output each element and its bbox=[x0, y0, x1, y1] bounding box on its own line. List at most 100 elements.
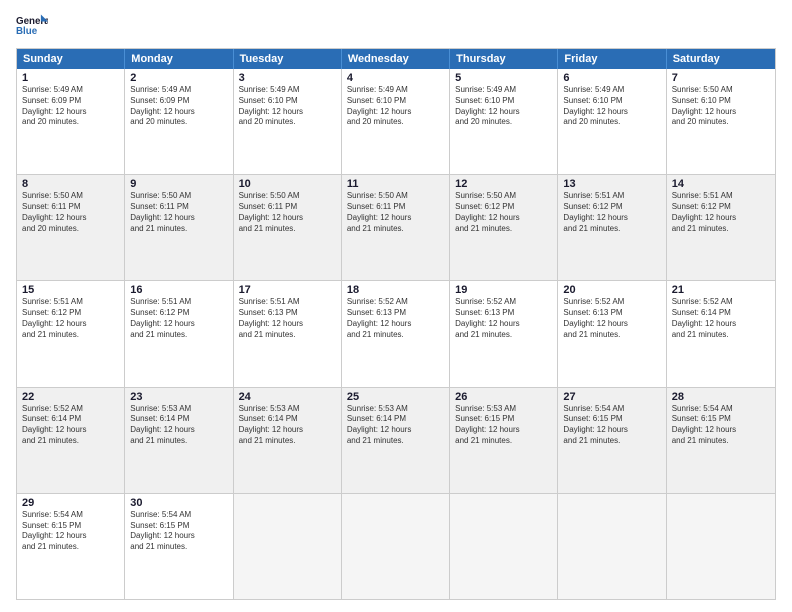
header-monday: Monday bbox=[125, 49, 233, 69]
day-number: 6 bbox=[563, 72, 660, 84]
calendar-cell: 27Sunrise: 5:54 AMSunset: 6:15 PMDayligh… bbox=[558, 388, 666, 493]
calendar-cell: 5Sunrise: 5:49 AMSunset: 6:10 PMDaylight… bbox=[450, 69, 558, 174]
day-number: 7 bbox=[672, 72, 770, 84]
calendar-cell: 23Sunrise: 5:53 AMSunset: 6:14 PMDayligh… bbox=[125, 388, 233, 493]
calendar-cell: 25Sunrise: 5:53 AMSunset: 6:14 PMDayligh… bbox=[342, 388, 450, 493]
calendar-cell: 15Sunrise: 5:51 AMSunset: 6:12 PMDayligh… bbox=[17, 281, 125, 386]
cell-info: Sunrise: 5:52 AMSunset: 6:14 PMDaylight:… bbox=[672, 297, 770, 340]
calendar-cell: 19Sunrise: 5:52 AMSunset: 6:13 PMDayligh… bbox=[450, 281, 558, 386]
day-number: 18 bbox=[347, 284, 444, 296]
day-number: 2 bbox=[130, 72, 227, 84]
cell-info: Sunrise: 5:50 AMSunset: 6:11 PMDaylight:… bbox=[130, 191, 227, 234]
cell-info: Sunrise: 5:50 AMSunset: 6:10 PMDaylight:… bbox=[672, 85, 770, 128]
calendar-cell: 30Sunrise: 5:54 AMSunset: 6:15 PMDayligh… bbox=[125, 494, 233, 599]
day-number: 11 bbox=[347, 178, 444, 190]
day-number: 25 bbox=[347, 391, 444, 403]
calendar-cell bbox=[450, 494, 558, 599]
calendar: SundayMondayTuesdayWednesdayThursdayFrid… bbox=[16, 48, 776, 600]
cell-info: Sunrise: 5:50 AMSunset: 6:12 PMDaylight:… bbox=[455, 191, 552, 234]
cell-info: Sunrise: 5:52 AMSunset: 6:13 PMDaylight:… bbox=[563, 297, 660, 340]
day-number: 21 bbox=[672, 284, 770, 296]
calendar-cell: 6Sunrise: 5:49 AMSunset: 6:10 PMDaylight… bbox=[558, 69, 666, 174]
cell-info: Sunrise: 5:52 AMSunset: 6:13 PMDaylight:… bbox=[347, 297, 444, 340]
cell-info: Sunrise: 5:54 AMSunset: 6:15 PMDaylight:… bbox=[130, 510, 227, 553]
cell-info: Sunrise: 5:54 AMSunset: 6:15 PMDaylight:… bbox=[672, 404, 770, 447]
day-number: 17 bbox=[239, 284, 336, 296]
calendar-page: General Blue SundayMondayTuesdayWednesda… bbox=[0, 0, 792, 612]
calendar-cell: 16Sunrise: 5:51 AMSunset: 6:12 PMDayligh… bbox=[125, 281, 233, 386]
day-number: 15 bbox=[22, 284, 119, 296]
calendar-cell: 1Sunrise: 5:49 AMSunset: 6:09 PMDaylight… bbox=[17, 69, 125, 174]
cell-info: Sunrise: 5:53 AMSunset: 6:14 PMDaylight:… bbox=[239, 404, 336, 447]
calendar-cell bbox=[234, 494, 342, 599]
calendar-cell: 26Sunrise: 5:53 AMSunset: 6:15 PMDayligh… bbox=[450, 388, 558, 493]
calendar-cell: 21Sunrise: 5:52 AMSunset: 6:14 PMDayligh… bbox=[667, 281, 775, 386]
page-header: General Blue bbox=[16, 12, 776, 40]
calendar-row-5: 29 Sunrise: 5:54 AMSunset: 6:15 PMDayligh… bbox=[17, 494, 775, 599]
cell-info: Sunrise: 5:52 AMSunset: 6:14 PMDaylight:… bbox=[22, 404, 119, 447]
logo: General Blue bbox=[16, 12, 48, 40]
calendar-cell: 12Sunrise: 5:50 AMSunset: 6:12 PMDayligh… bbox=[450, 175, 558, 280]
cell-info: Sunrise: 5:51 AMSunset: 6:12 PMDaylight:… bbox=[22, 297, 119, 340]
day-number: 26 bbox=[455, 391, 552, 403]
day-number: 24 bbox=[239, 391, 336, 403]
calendar-cell: 22Sunrise: 5:52 AMSunset: 6:14 PMDayligh… bbox=[17, 388, 125, 493]
calendar-cell: 29Sunrise: 5:54 AMSunset: 6:15 PMDayligh… bbox=[17, 494, 125, 599]
header-wednesday: Wednesday bbox=[342, 49, 450, 69]
day-number: 29 bbox=[22, 497, 119, 509]
cell-info: Sunrise: 5:49 AMSunset: 6:10 PMDaylight:… bbox=[347, 85, 444, 128]
calendar-row-3: 15Sunrise: 5:51 AMSunset: 6:12 PMDayligh… bbox=[17, 281, 775, 387]
calendar-cell: 3Sunrise: 5:49 AMSunset: 6:10 PMDaylight… bbox=[234, 69, 342, 174]
calendar-cell: 7Sunrise: 5:50 AMSunset: 6:10 PMDaylight… bbox=[667, 69, 775, 174]
day-number: 8 bbox=[22, 178, 119, 190]
calendar-body: 1Sunrise: 5:49 AMSunset: 6:09 PMDaylight… bbox=[17, 69, 775, 599]
day-number: 20 bbox=[563, 284, 660, 296]
calendar-cell bbox=[558, 494, 666, 599]
day-number: 23 bbox=[130, 391, 227, 403]
day-number: 19 bbox=[455, 284, 552, 296]
day-number: 4 bbox=[347, 72, 444, 84]
day-number: 10 bbox=[239, 178, 336, 190]
calendar-cell: 17Sunrise: 5:51 AMSunset: 6:13 PMDayligh… bbox=[234, 281, 342, 386]
cell-info: Sunrise: 5:49 AMSunset: 6:10 PMDaylight:… bbox=[455, 85, 552, 128]
day-number: 12 bbox=[455, 178, 552, 190]
day-number: 22 bbox=[22, 391, 119, 403]
cell-info: Sunrise: 5:53 AMSunset: 6:14 PMDaylight:… bbox=[130, 404, 227, 447]
cell-info: Sunrise: 5:51 AMSunset: 6:13 PMDaylight:… bbox=[239, 297, 336, 340]
calendar-cell: 20Sunrise: 5:52 AMSunset: 6:13 PMDayligh… bbox=[558, 281, 666, 386]
calendar-row-2: 8 Sunrise: 5:50 AMSunset: 6:11 PMDaylight… bbox=[17, 175, 775, 281]
day-number: 14 bbox=[672, 178, 770, 190]
cell-info: Sunrise: 5:51 AMSunset: 6:12 PMDaylight:… bbox=[672, 191, 770, 234]
day-number: 27 bbox=[563, 391, 660, 403]
calendar-cell bbox=[342, 494, 450, 599]
logo-icon: General Blue bbox=[16, 12, 48, 40]
calendar-row-4: 22Sunrise: 5:52 AMSunset: 6:14 PMDayligh… bbox=[17, 388, 775, 494]
calendar-row-1: 1Sunrise: 5:49 AMSunset: 6:09 PMDaylight… bbox=[17, 69, 775, 175]
calendar-cell: 28Sunrise: 5:54 AMSunset: 6:15 PMDayligh… bbox=[667, 388, 775, 493]
calendar-cell: 10Sunrise: 5:50 AMSunset: 6:11 PMDayligh… bbox=[234, 175, 342, 280]
calendar-cell: 24Sunrise: 5:53 AMSunset: 6:14 PMDayligh… bbox=[234, 388, 342, 493]
calendar-cell: 2Sunrise: 5:49 AMSunset: 6:09 PMDaylight… bbox=[125, 69, 233, 174]
cell-info: Sunrise: 5:52 AMSunset: 6:13 PMDaylight:… bbox=[455, 297, 552, 340]
calendar-header: SundayMondayTuesdayWednesdayThursdayFrid… bbox=[17, 49, 775, 69]
day-number: 9 bbox=[130, 178, 227, 190]
cell-info: Sunrise: 5:50 AMSunset: 6:11 PMDaylight:… bbox=[347, 191, 444, 234]
day-number: 28 bbox=[672, 391, 770, 403]
calendar-cell: 4Sunrise: 5:49 AMSunset: 6:10 PMDaylight… bbox=[342, 69, 450, 174]
calendar-cell: 14Sunrise: 5:51 AMSunset: 6:12 PMDayligh… bbox=[667, 175, 775, 280]
header-tuesday: Tuesday bbox=[234, 49, 342, 69]
header-friday: Friday bbox=[558, 49, 666, 69]
calendar-cell: 8Sunrise: 5:50 AMSunset: 6:11 PMDaylight… bbox=[17, 175, 125, 280]
day-number: 3 bbox=[239, 72, 336, 84]
cell-info: Sunrise: 5:49 AMSunset: 6:09 PMDaylight:… bbox=[130, 85, 227, 128]
cell-info: Sunrise: 5:49 AMSunset: 6:09 PMDaylight:… bbox=[22, 85, 119, 128]
calendar-cell: 13Sunrise: 5:51 AMSunset: 6:12 PMDayligh… bbox=[558, 175, 666, 280]
day-number: 30 bbox=[130, 497, 227, 509]
cell-info: Sunrise: 5:49 AMSunset: 6:10 PMDaylight:… bbox=[563, 85, 660, 128]
cell-info: Sunrise: 5:53 AMSunset: 6:14 PMDaylight:… bbox=[347, 404, 444, 447]
calendar-cell: 11Sunrise: 5:50 AMSunset: 6:11 PMDayligh… bbox=[342, 175, 450, 280]
header-sunday: Sunday bbox=[17, 49, 125, 69]
cell-info: Sunrise: 5:50 AMSunset: 6:11 PMDaylight:… bbox=[239, 191, 336, 234]
header-saturday: Saturday bbox=[667, 49, 775, 69]
cell-info: Sunrise: 5:54 AMSunset: 6:15 PMDaylight:… bbox=[563, 404, 660, 447]
